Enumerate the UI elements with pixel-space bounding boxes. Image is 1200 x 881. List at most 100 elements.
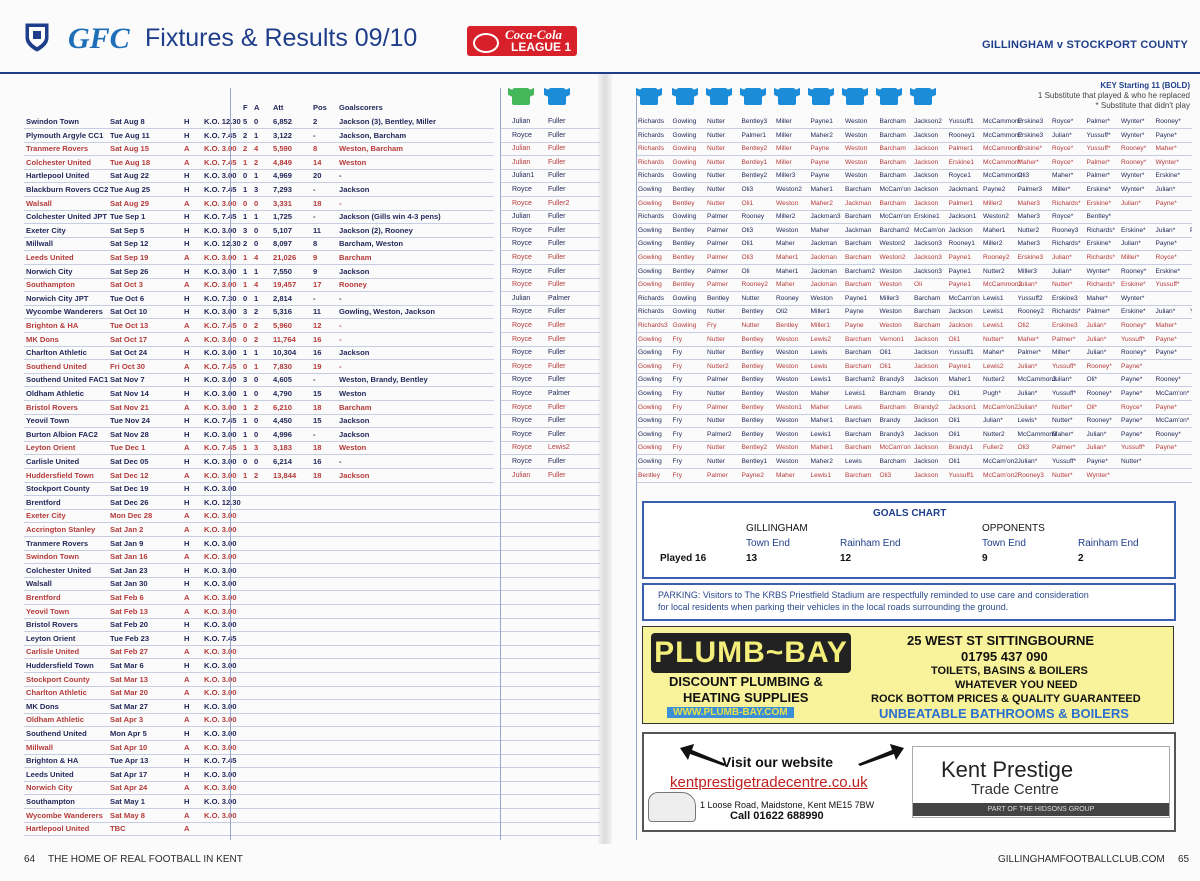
fixture-date: Sat Jan 16 bbox=[110, 552, 148, 562]
fixture-opponent: Plymouth Argyle CC1 bbox=[26, 130, 104, 140]
lineup-player: Weston bbox=[776, 390, 799, 397]
lineup-player: Weston bbox=[776, 417, 799, 425]
fixture-league-position: 18 bbox=[313, 402, 322, 412]
fixture-opponent: Southend United FAC1 bbox=[26, 375, 109, 385]
lineup-player: Payne* bbox=[1121, 430, 1143, 438]
fixture-venue: H bbox=[184, 225, 190, 235]
lineup-player: Rooney3 bbox=[1017, 471, 1044, 479]
fixture-venue: H bbox=[184, 185, 190, 194]
keeper-name: Royce bbox=[512, 430, 532, 438]
lineup-player: Jackson bbox=[914, 145, 939, 153]
lineup-player: Palmer bbox=[707, 226, 728, 234]
fixture-opponent: Hartlepool United bbox=[26, 824, 90, 834]
keeper-name: Fuller bbox=[548, 322, 566, 329]
lineup-player: Brandy bbox=[879, 417, 901, 425]
fixture-league-position: 9 bbox=[313, 253, 318, 262]
fixture-attendance: 19,457 bbox=[273, 280, 297, 290]
lineup-player: Barcham bbox=[845, 417, 872, 425]
lineup-player: Fry bbox=[672, 335, 683, 343]
keeper-row: Royce Fuller bbox=[500, 333, 600, 347]
lineup-player: Weston2 bbox=[776, 186, 802, 193]
plumb-url[interactable]: WWW.PLUMB-BAY.COM bbox=[667, 707, 794, 718]
fixture-date: Tue Aug 11 bbox=[110, 130, 150, 140]
lineup-player: McCammon2 bbox=[983, 118, 1023, 125]
lineup-player: Weston bbox=[845, 118, 868, 125]
lineup-player: Gowling bbox=[672, 158, 697, 166]
fixture-goals-against: 0 bbox=[254, 375, 259, 385]
lineup-player: Palmer bbox=[707, 213, 728, 221]
fixture-kickoff: K.O. 7.45 bbox=[204, 361, 237, 371]
fixture-league-position: 18 bbox=[313, 443, 322, 453]
goals-played: Played 16 bbox=[660, 553, 707, 564]
fixture-goals-against: 2 bbox=[254, 334, 259, 344]
fixture-goals-for: 2 bbox=[243, 239, 248, 249]
fixture-date: Tue Dec 1 bbox=[110, 443, 146, 453]
fixture-attendance: 4,969 bbox=[273, 171, 293, 181]
lineup-player: Brandy bbox=[914, 390, 935, 397]
keeper-row: Royce Lewis2 bbox=[500, 441, 600, 456]
goals-team-b: OPPONENTS bbox=[982, 523, 1045, 534]
lineup-player: Erskine* bbox=[1017, 145, 1043, 153]
fixture-row: Walsall Sat Aug 29 A K.O. 3.00 0 0 3,331 18 - bbox=[24, 197, 494, 211]
kent-call: Call 01622 688990 bbox=[730, 810, 824, 822]
fixture-row: Colchester United JPT Tue Sep 1 H K.O. 7.45… bbox=[24, 210, 494, 225]
lineup-player: Rooney2 bbox=[741, 281, 768, 289]
lineup-player: Julian* bbox=[1052, 376, 1072, 384]
lineup-player: Bentley bbox=[672, 267, 695, 275]
lineup-player: Oli1 bbox=[948, 458, 961, 465]
keeper-name: Fuller bbox=[548, 145, 566, 153]
lineup-player: Weston bbox=[879, 308, 902, 316]
lineup-player: Payne* bbox=[1121, 390, 1143, 397]
lineup-player: Erskine* bbox=[1155, 267, 1181, 275]
lineup-player: Gowling bbox=[672, 172, 697, 180]
fixture-date: Sat Oct 24 bbox=[110, 348, 148, 358]
fixture-goalscorers: Rooney bbox=[339, 280, 367, 290]
fixture-venue: H bbox=[184, 212, 190, 222]
fixture-opponent: Huddersfield Town bbox=[26, 470, 94, 480]
lineup-player: Barcham bbox=[879, 118, 906, 125]
keeper-row bbox=[500, 537, 600, 551]
lineup-player: Rooney* bbox=[1086, 362, 1112, 370]
kent-url[interactable]: kentprestigetradecentre.co.uk bbox=[670, 774, 868, 791]
lineup-player: Yussuff* bbox=[1052, 458, 1077, 465]
fixture-attendance: 4,605 bbox=[273, 375, 293, 385]
goals-a-town-label: Town End bbox=[746, 538, 790, 549]
lineup-player: Gowling bbox=[672, 131, 697, 139]
lineup-player: Payne* bbox=[1086, 458, 1108, 465]
lineup-player: Julian* bbox=[1121, 199, 1141, 207]
keeper-name: Julian1 bbox=[512, 172, 535, 180]
lineup-player: Gowling bbox=[638, 458, 662, 465]
lineup-player: Richards bbox=[638, 294, 665, 302]
fixture-goals-against: 0 bbox=[254, 416, 259, 426]
fixture-kickoff: K.O. 3.00 bbox=[204, 457, 237, 466]
empty-row-line bbox=[230, 686, 500, 701]
keeper-name: Fuller bbox=[548, 430, 566, 438]
lineup-player: Oli1 bbox=[948, 335, 961, 343]
parking-notice: PARKING: Visitors to The KRBS Priestfiel… bbox=[642, 583, 1176, 621]
fixture-date: Sat Oct 3 bbox=[110, 280, 143, 290]
keeper-row bbox=[500, 686, 600, 701]
plumb-bay-advert[interactable]: PLUMB~BAY DISCOUNT PLUMBING & HEATING SU… bbox=[642, 626, 1174, 724]
kent-prestige-advert[interactable]: Visit our website kentprestigetradecentr… bbox=[642, 732, 1176, 832]
lineup-player: Weston bbox=[776, 199, 799, 207]
lineup-player: McCam'on* bbox=[1155, 390, 1190, 397]
lineup-player: Lewis bbox=[845, 403, 862, 411]
lineup-player: Jackman1 bbox=[948, 186, 979, 193]
keeper-name: Royce bbox=[512, 240, 532, 248]
keeper-name: Fuller bbox=[548, 349, 566, 357]
fixture-kickoff: K.O. 7.45 bbox=[204, 185, 237, 194]
lineup-player: Maher bbox=[776, 240, 795, 248]
fixture-venue: A bbox=[184, 674, 190, 684]
lineup-player: Jackman bbox=[810, 281, 837, 289]
lineup-player: Fry bbox=[672, 362, 683, 370]
lineup-player: Oli1 bbox=[879, 362, 892, 370]
lineup-player: Barcham bbox=[845, 335, 872, 343]
lineup-player: Nutter bbox=[707, 131, 725, 139]
lineup-player: Jackson bbox=[914, 376, 939, 384]
lineup-player: Bentley bbox=[741, 417, 764, 425]
fixture-goalscorers: Weston bbox=[339, 443, 367, 453]
keeper-row bbox=[500, 727, 600, 741]
match-title: GILLINGHAM v STOCKPORT COUNTY bbox=[981, 39, 1188, 51]
fixture-league-position: - bbox=[313, 185, 316, 194]
keeper-row: Royce Fuller bbox=[500, 455, 600, 469]
